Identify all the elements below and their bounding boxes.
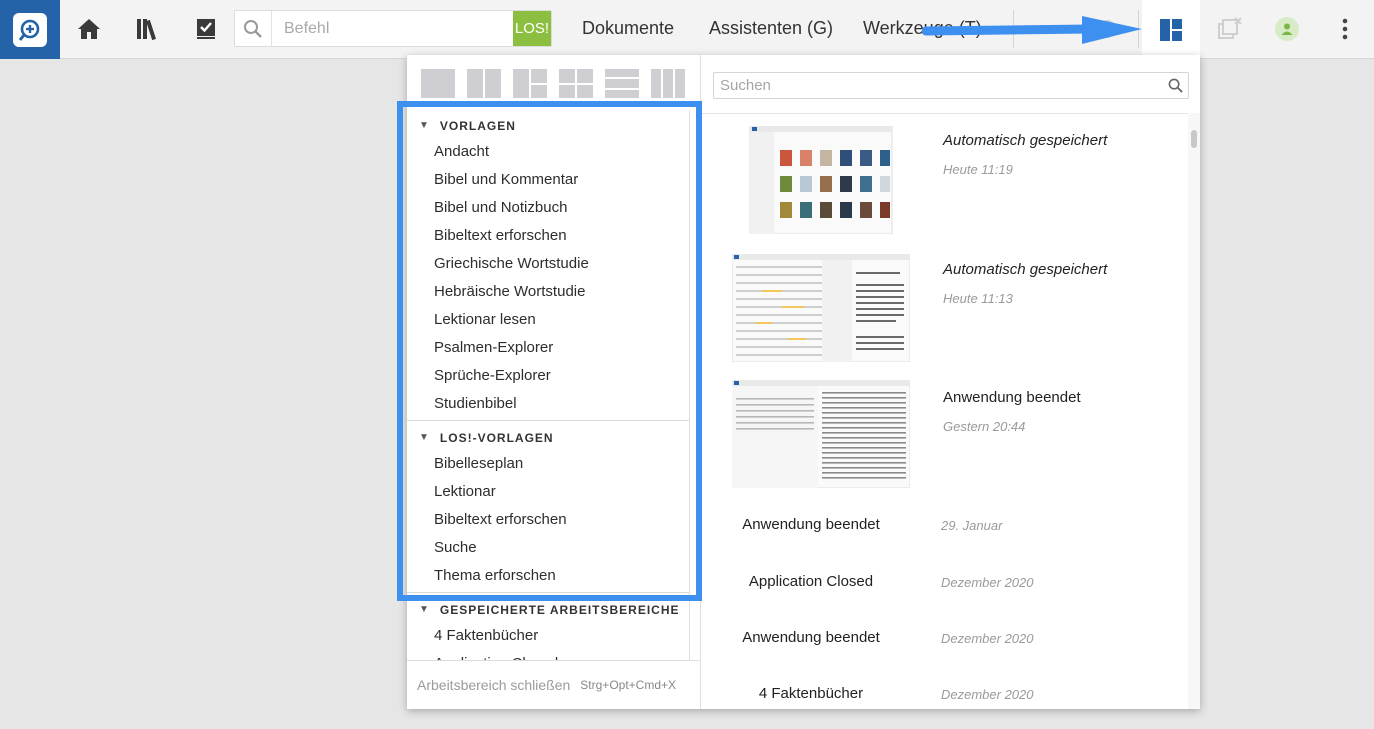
history-entry-time: Dezember 2020 <box>941 631 1034 646</box>
command-box: LOS! <box>234 10 552 47</box>
section-title: LOS!-VORLAGEN <box>439 430 554 445</box>
checklist-icon[interactable] <box>191 14 221 44</box>
layout-rows-icon[interactable] <box>605 69 639 98</box>
layout-list-item[interactable]: Hebräische Wortstudie <box>407 278 690 306</box>
workspace-sections: ▼ VORLAGEN Andacht Bibel und Kommentar Bibel… <box>407 110 690 660</box>
history-search-input[interactable] <box>714 77 1162 94</box>
toolbar-separator <box>1138 10 1139 48</box>
layout-list-item[interactable]: Lektionar <box>407 478 690 506</box>
close-workspace-shortcut: Strg+Opt+Cmd+X <box>580 678 677 692</box>
history-entry[interactable]: 4 Faktenbücher Dezember 2020 <box>702 668 1188 709</box>
history-search <box>713 72 1189 99</box>
layout-list-item[interactable]: Bibeltext erforschen <box>407 506 690 534</box>
history-entry-name: Automatisch gespeichert <box>943 261 1108 278</box>
history-entry-time: Heute 11:19 <box>943 162 1013 177</box>
history-entry[interactable]: Anwendung beendet Gestern 20:44 <box>702 372 1188 500</box>
layout-list-item[interactable]: Bibel und Kommentar <box>407 166 690 194</box>
history-pane: Automatisch gespeichert Heute 11:19 Auto… <box>702 55 1200 709</box>
layout-grid-icon[interactable] <box>559 69 593 98</box>
layout-list-item[interactable]: Bibeltext erforschen <box>407 222 690 250</box>
workspace-thumbnail <box>732 254 910 362</box>
layout-list-item[interactable]: Lektionar lesen <box>407 306 690 334</box>
layout-list-item[interactable]: Thema erforschen <box>407 562 690 590</box>
layout-three-columns-icon[interactable] <box>651 69 685 98</box>
section-header[interactable]: ▼ GESPEICHERTE ARBEITSBEREICHE <box>407 597 690 622</box>
layout-list-item[interactable]: Bibelleseplan <box>407 450 690 478</box>
more-icon[interactable] <box>1330 14 1360 44</box>
history-entry-time: Dezember 2020 <box>941 575 1034 590</box>
history-entry[interactable]: Automatisch gespeichert Heute 11:19 <box>702 114 1188 244</box>
history-entry-name: Automatisch gespeichert <box>943 132 1108 149</box>
close-all-icon[interactable] <box>1214 14 1244 44</box>
layout-list-item[interactable]: Sprüche-Explorer <box>407 362 690 390</box>
history-entry-time: Gestern 20:44 <box>943 419 1026 434</box>
top-toolbar: LOS! Dokumente Assistenten (G) Werkzeuge… <box>0 0 1374 59</box>
menu-tools[interactable]: Werkzeuge (T) <box>863 18 982 39</box>
history-entry-time: Heute 11:13 <box>943 291 1013 306</box>
history-list: Automatisch gespeichert Heute 11:19 Auto… <box>702 113 1188 709</box>
history-entry-name: Anwendung beendet <box>742 629 880 646</box>
collapse-triangle-icon[interactable]: ▼ <box>419 604 430 615</box>
section-title: VORLAGEN <box>439 118 516 133</box>
collapse-triangle-icon[interactable]: ▼ <box>419 120 430 131</box>
layout-list-item[interactable]: Suche <box>407 534 690 562</box>
history-entry-name: 4 Faktenbücher <box>758 685 864 702</box>
layout-list-item[interactable]: Bibel und Notizbuch <box>407 194 690 222</box>
menu-documents[interactable]: Dokumente <box>582 18 674 39</box>
layout-list-item[interactable]: Griechische Wortstudie <box>407 250 690 278</box>
layout-list-item[interactable]: Studienbibel <box>407 390 690 418</box>
history-entry[interactable]: Automatisch gespeichert Heute 11:13 <box>702 244 1188 372</box>
command-input[interactable] <box>272 11 514 46</box>
history-entry-time: Dezember 2020 <box>941 687 1034 702</box>
search-icon <box>235 11 272 46</box>
layout-list-item[interactable]: 4 Faktenbücher <box>407 622 690 650</box>
close-workspace-button[interactable]: Arbeitsbereich schließen <box>417 677 570 693</box>
section-header[interactable]: ▼ VORLAGEN <box>407 113 690 138</box>
scrollbar-thumb[interactable] <box>1191 130 1197 148</box>
library-icon[interactable] <box>133 14 163 44</box>
panel-footer: Arbeitsbereich schließen Strg+Opt+Cmd+X <box>407 660 701 709</box>
layouts-panel: ▼ VORLAGEN Andacht Bibel und Kommentar Bibel… <box>407 55 1200 709</box>
history-entry[interactable]: Application Closed Dezember 2020 <box>702 556 1188 612</box>
sync-icon[interactable] <box>1092 14 1122 44</box>
layout-one-plus-two-icon[interactable] <box>513 69 547 98</box>
section-header[interactable]: ▼ LOS!-VORLAGEN <box>407 425 690 450</box>
toolbar-separator <box>1013 10 1014 48</box>
workspace-thumbnail <box>732 380 910 488</box>
history-entry-name: Application Closed <box>748 573 874 590</box>
history-entry[interactable]: Anwendung beendet 29. Januar <box>702 500 1188 556</box>
history-entry[interactable]: Anwendung beendet Dezember 2020 <box>702 612 1188 668</box>
layout-single-icon[interactable] <box>421 69 455 98</box>
section-divider <box>407 420 690 421</box>
layout-icon[interactable] <box>1142 0 1200 59</box>
menu-guides[interactable]: Assistenten (G) <box>709 18 833 39</box>
search-icon[interactable] <box>1162 78 1188 93</box>
section-title: GESPEICHERTE ARBEITSBEREICHE <box>439 602 680 617</box>
layout-list-item[interactable]: Andacht <box>407 138 690 166</box>
logo-icon[interactable] <box>0 0 60 59</box>
chevron-down-icon[interactable] <box>1044 14 1074 44</box>
layout-list-item[interactable]: Psalmen-Explorer <box>407 334 690 362</box>
history-entry-name: Anwendung beendet <box>943 389 1081 406</box>
collapse-triangle-icon[interactable]: ▼ <box>419 432 430 443</box>
user-icon[interactable] <box>1275 17 1299 41</box>
layouts-list-pane: ▼ VORLAGEN Andacht Bibel und Kommentar Bibel… <box>407 55 701 709</box>
layout-list-item[interactable]: Application Closed <box>407 650 690 660</box>
history-scrollbar[interactable] <box>1188 113 1200 709</box>
history-entry-name: Anwendung beendet <box>742 516 880 533</box>
layout-two-columns-icon[interactable] <box>467 69 501 98</box>
layout-presets <box>421 69 685 98</box>
home-icon[interactable] <box>74 14 104 44</box>
history-entry-time: 29. Januar <box>941 518 1003 533</box>
section-divider <box>407 592 690 593</box>
workspace-thumbnail <box>749 126 893 234</box>
scrollbar-track <box>689 110 690 660</box>
go-button[interactable]: LOS! <box>513 11 551 46</box>
